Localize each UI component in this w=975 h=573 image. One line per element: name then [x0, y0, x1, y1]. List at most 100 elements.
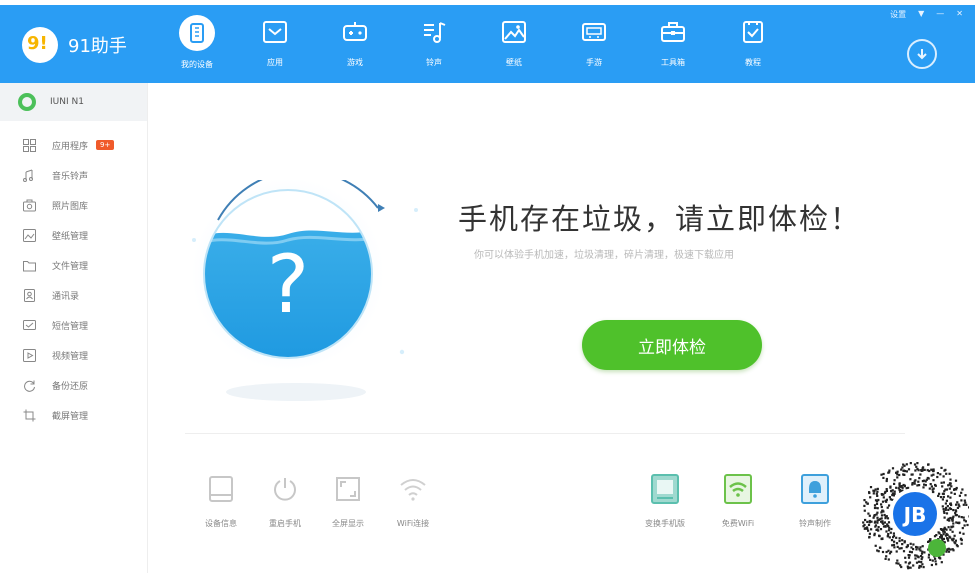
- folder-icon: [22, 258, 36, 272]
- refresh-icon: [22, 378, 36, 392]
- tool-label: WiFi连接: [396, 519, 430, 528]
- music-icon: [22, 168, 36, 182]
- page-subtitle: 你可以体验手机加速，垃圾清理，碎片清理，极速下载应用: [474, 250, 734, 261]
- music-note-icon: [417, 15, 451, 49]
- sidebar-item-label: 照片图库: [52, 201, 89, 212]
- download-manager-button[interactable]: [907, 39, 937, 69]
- app-brand: 9! 91助手: [22, 27, 127, 63]
- sidebar-item-contacts[interactable]: 通讯录: [0, 280, 148, 310]
- sidebar-item-label: 视频管理: [52, 351, 89, 362]
- sidebar-item-label: 音乐铃声: [52, 171, 89, 182]
- window-controls: 设置 ▼ — ✕: [890, 9, 963, 20]
- sidebar-item-photos[interactable]: 照片图库: [0, 190, 148, 220]
- qr-badge-icon: JB: [902, 503, 927, 527]
- nav-games[interactable]: 游戏: [324, 15, 386, 81]
- grid-icon: [22, 138, 36, 152]
- tool-free-wifi[interactable]: 免费WiFi: [703, 472, 773, 529]
- sidebar-item-music[interactable]: 音乐铃声: [0, 160, 148, 190]
- app-logo: 9!: [22, 27, 58, 63]
- top-navigation-bar: 9! 91助手 我的设备 应用 游戏 铃声 壁纸 手游 工具箱 教程 设置 ▼ …: [0, 5, 975, 83]
- tool-ringtone-maker[interactable]: 铃声制作: [780, 472, 850, 529]
- divider: [185, 433, 905, 434]
- sidebar-item-apps[interactable]: 应用程序 9+: [0, 130, 148, 160]
- sidebar-item-label: 短信管理: [52, 321, 89, 332]
- free-wifi-icon: [721, 472, 755, 506]
- power-icon: [268, 472, 302, 506]
- tutorial-icon: [736, 15, 770, 49]
- nav-ringtones[interactable]: 铃声: [403, 15, 465, 81]
- nav-wallpapers[interactable]: 壁纸: [483, 15, 545, 81]
- sidebar-item-label: 应用程序: [52, 141, 89, 152]
- nav-label: 手游: [586, 58, 602, 67]
- nav-label: 教程: [745, 58, 761, 67]
- close-button[interactable]: ✕: [956, 9, 963, 20]
- tool-fullscreen[interactable]: 全屏显示: [313, 472, 383, 529]
- sidebar-item-label: 壁纸管理: [52, 231, 89, 242]
- sidebar-item-backup[interactable]: 备份还原: [0, 370, 148, 400]
- app-store-icon: [258, 15, 292, 49]
- tool-label: 免费WiFi: [721, 519, 755, 528]
- nav-apps[interactable]: 应用: [244, 15, 306, 81]
- tool-wifi-connect[interactable]: WiFi连接: [378, 472, 448, 529]
- video-icon: [22, 348, 36, 362]
- nav-toolbox[interactable]: 工具箱: [642, 15, 704, 81]
- device-selector[interactable]: IUNI N1: [0, 83, 147, 121]
- nav-label: 工具箱: [661, 58, 685, 67]
- nav-label: 壁纸: [506, 58, 522, 67]
- sidebar-item-files[interactable]: 文件管理: [0, 250, 148, 280]
- bell-icon: [798, 472, 832, 506]
- sidebar-item-label: 备份还原: [52, 381, 89, 392]
- sidebar-item-videos[interactable]: 视频管理: [0, 340, 148, 370]
- nav-my-device[interactable]: 我的设备: [166, 15, 228, 81]
- wallpaper-icon: [22, 228, 36, 242]
- sidebar: IUNI N1 应用程序 9+ 音乐铃声 照片图库 壁纸管理 文件管理 通讯录 …: [0, 83, 148, 573]
- tool-label: 设备信息: [205, 519, 237, 528]
- contacts-icon: [22, 288, 36, 302]
- nav-label: 应用: [267, 58, 283, 67]
- camera-icon: [22, 198, 36, 212]
- unknown-status-icon: ?: [267, 238, 309, 331]
- connection-status-icon: [18, 93, 36, 111]
- dropdown-icon[interactable]: ▼: [918, 9, 924, 20]
- tool-label: 全屏显示: [332, 519, 364, 528]
- crop-icon: [22, 408, 36, 422]
- download-icon: [917, 49, 927, 60]
- tool-restart-phone[interactable]: 重启手机: [250, 472, 320, 529]
- device-name: IUNI N1: [50, 97, 84, 107]
- settings-menu[interactable]: 设置: [890, 9, 906, 20]
- tool-label: 变换手机版: [645, 519, 685, 528]
- wifi-icon: [396, 472, 430, 506]
- tool-switch-phone[interactable]: 变换手机版: [630, 472, 700, 529]
- tool-device-info[interactable]: 设备信息: [186, 472, 256, 529]
- update-count-badge: 9+: [96, 140, 115, 150]
- tool-label: 铃声制作: [799, 519, 831, 528]
- start-checkup-button[interactable]: 立即体检: [582, 320, 762, 370]
- nav-label: 游戏: [347, 58, 363, 67]
- toolbox-icon: [656, 15, 690, 49]
- fullscreen-icon: [331, 472, 365, 506]
- minimize-button[interactable]: —: [936, 9, 944, 20]
- logo-glyph: 9!: [27, 33, 48, 54]
- page-title: 手机存在垃圾，请立即体检！: [458, 202, 862, 236]
- sidebar-item-wallpapers[interactable]: 壁纸管理: [0, 220, 148, 250]
- nav-label: 我的设备: [181, 60, 213, 69]
- handheld-game-icon: [577, 15, 611, 49]
- gamepad-icon: [338, 15, 372, 49]
- phone-screen-icon: [648, 472, 682, 506]
- app-name: 91助手: [68, 36, 127, 57]
- sidebar-item-sms[interactable]: 短信管理: [0, 310, 148, 340]
- nav-label: 铃声: [426, 58, 442, 67]
- sidebar-item-label: 通讯录: [52, 291, 80, 302]
- qr-code: JB: [857, 462, 971, 570]
- nav-mobile-games[interactable]: 手游: [563, 15, 625, 81]
- tool-label: 重启手机: [269, 519, 301, 528]
- tablet-icon: [204, 472, 238, 506]
- sidebar-item-screenshots[interactable]: 截屏管理: [0, 400, 148, 430]
- sms-icon: [22, 318, 36, 332]
- device-health-orb: ?: [188, 169, 428, 414]
- sidebar-item-label: 文件管理: [52, 261, 89, 272]
- device-icon: [179, 15, 215, 51]
- sidebar-item-label: 截屏管理: [52, 411, 89, 422]
- image-icon: [497, 15, 531, 49]
- nav-tutorials[interactable]: 教程: [722, 15, 784, 81]
